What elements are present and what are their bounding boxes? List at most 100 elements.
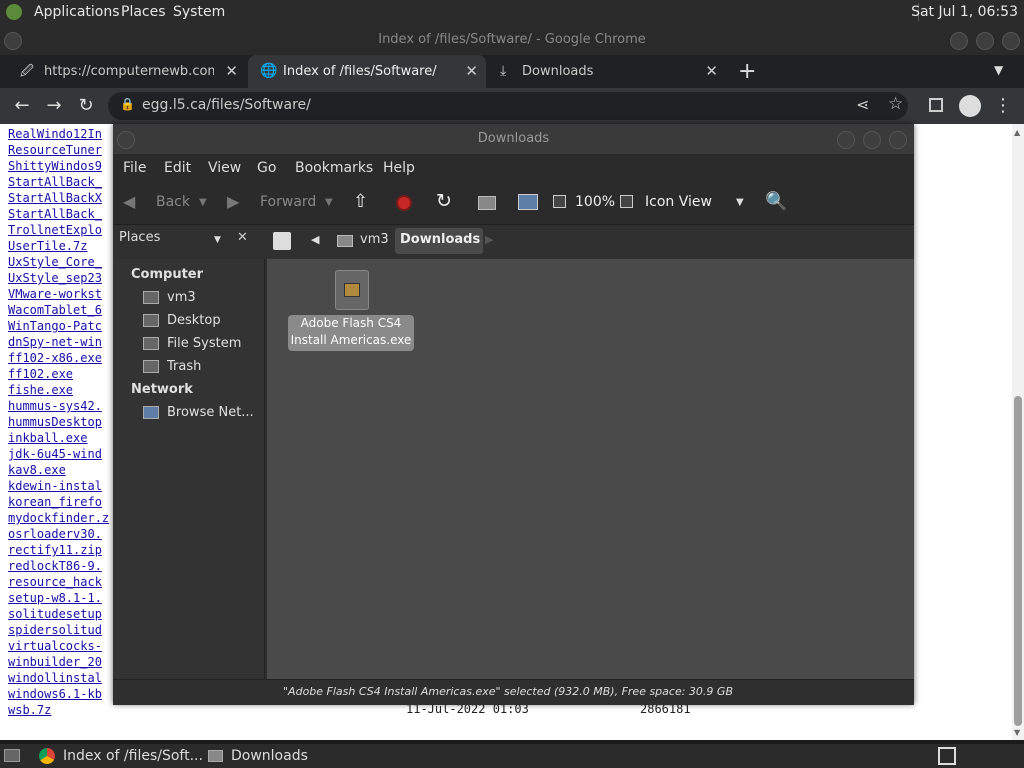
file-link[interactable]: ShittyWindos9 (8, 159, 102, 173)
edit-location-icon[interactable] (273, 232, 291, 250)
file-link[interactable]: UxStyle_Core_ (8, 255, 102, 269)
show-desktop-icon[interactable] (4, 749, 20, 762)
close-tab-icon[interactable]: ✕ (465, 55, 478, 88)
file-link[interactable]: setup-w8.1-1. (8, 591, 102, 605)
file-link[interactable]: windollinstal (8, 671, 102, 685)
share-icon[interactable]: ⋖ (856, 95, 869, 114)
taskbar-item-downloads[interactable]: Downloads (231, 748, 308, 764)
menu-edit[interactable]: Edit (164, 160, 191, 176)
back-history-chevron-icon[interactable]: ▼ (199, 197, 207, 208)
places-menu[interactable]: Places (121, 4, 166, 20)
file-link[interactable]: winbuilder_20 (8, 655, 102, 669)
scroll-thumb[interactable] (1014, 396, 1022, 726)
file-link[interactable]: kdewin-instal (8, 479, 102, 493)
file-link[interactable]: jdk-6u45-wind (8, 447, 102, 461)
view-mode-chevron-icon[interactable]: ▼ (736, 197, 744, 208)
file-link[interactable]: solitudesetup (8, 607, 102, 621)
workspace-switcher-icon[interactable] (938, 747, 956, 765)
file-link[interactable]: dnSpy-net-win (8, 335, 102, 349)
sidebar-item-file-system[interactable]: File System (143, 336, 241, 351)
sidebar-item-trash[interactable]: Trash (143, 359, 201, 374)
file-link[interactable]: TrollnetExplo (8, 223, 102, 237)
close-window-button[interactable] (1002, 32, 1020, 50)
path-left-arrow-icon[interactable]: ◀ (311, 233, 319, 246)
scroll-down-icon[interactable]: ▼ (1014, 728, 1020, 737)
file-link[interactable]: StartAllBack_ (8, 207, 102, 221)
maximize-button[interactable] (863, 131, 881, 149)
tab-downloads[interactable]: ⤓ Downloads ✕ (488, 55, 726, 88)
path-segment-vm3[interactable]: vm3 (360, 232, 389, 247)
reload-icon[interactable]: ↻ (436, 190, 452, 212)
back-arrow-icon[interactable]: ← (11, 95, 33, 116)
file-link[interactable]: windows6.1-kb (8, 687, 102, 701)
file-link[interactable]: StartAllBackX (8, 191, 102, 205)
close-tab-icon[interactable]: ✕ (705, 55, 718, 88)
search-icon[interactable]: 🔍 (765, 191, 787, 212)
back-button[interactable]: Back (156, 194, 190, 210)
view-mode-select[interactable]: Icon View (645, 194, 712, 210)
file-link[interactable]: WinTango-Patc (8, 319, 102, 333)
path-right-arrow-icon[interactable]: ▶ (485, 233, 493, 246)
sidebar-item-desktop[interactable]: Desktop (143, 313, 221, 328)
file-link[interactable]: UserTile.7z (8, 239, 87, 253)
reload-icon[interactable]: ↻ (75, 95, 97, 116)
sidebar-chooser-chevron-icon[interactable]: ▼ (214, 235, 221, 245)
file-link[interactable]: mydockfinder.z (8, 511, 109, 525)
distro-logo-icon[interactable] (6, 4, 22, 20)
tab-search-chevron-icon[interactable]: ▼ (994, 63, 1003, 77)
file-link[interactable]: WacomTablet_6 (8, 303, 102, 317)
minimize-button[interactable] (950, 32, 968, 50)
file-link[interactable]: hummus-sys42. (8, 399, 102, 413)
file-link[interactable]: fishe.exe (8, 383, 73, 397)
profile-avatar-icon[interactable] (959, 95, 981, 117)
file-link[interactable]: virtualcocks- (8, 639, 102, 653)
menu-help[interactable]: Help (383, 160, 415, 176)
window-menu-icon[interactable] (117, 131, 135, 149)
file-link[interactable]: spidersolitud (8, 623, 102, 637)
zoom-out-icon[interactable] (553, 195, 566, 208)
file-link[interactable]: ff102-x86.exe (8, 351, 102, 365)
new-tab-button[interactable]: + (738, 59, 756, 84)
file-link[interactable]: redlockT86-9. (8, 559, 102, 573)
tab-index-software[interactable]: 🌐 Index of /files/Software/ ✕ (248, 55, 486, 88)
forward-history-chevron-icon[interactable]: ▼ (325, 197, 333, 208)
window-menu-icon[interactable] (4, 32, 22, 50)
bookmark-star-icon[interactable]: ☆ (888, 94, 903, 114)
forward-arrow-icon[interactable]: → (43, 95, 65, 116)
exe-file-icon[interactable] (335, 270, 369, 310)
menu-bookmarks[interactable]: Bookmarks (295, 160, 373, 176)
tab-computernewb[interactable]: 🖉 https://computernewb.com/CH ✕ (8, 55, 246, 88)
close-tab-icon[interactable]: ✕ (225, 55, 238, 88)
file-link[interactable]: ResourceTuner (8, 143, 102, 157)
menu-file[interactable]: File (123, 160, 146, 176)
close-window-button[interactable] (889, 131, 907, 149)
scroll-up-icon[interactable]: ▲ (1014, 128, 1020, 137)
file-link[interactable]: hummusDesktop (8, 415, 102, 429)
up-arrow-icon[interactable]: ⇧ (353, 191, 368, 212)
home-folder-icon[interactable] (478, 196, 496, 210)
menu-view[interactable]: View (208, 160, 241, 176)
stop-icon[interactable] (396, 195, 412, 211)
file-link[interactable]: StartAllBack_ (8, 175, 102, 189)
address-bar[interactable]: 🔒 egg.l5.ca/files/Software/ ⋖ ☆ (108, 92, 908, 120)
computer-icon[interactable] (518, 194, 538, 210)
file-link[interactable]: UxStyle_sep23 (8, 271, 102, 285)
file-link[interactable]: kav8.exe (8, 463, 66, 477)
file-link[interactable]: rectify11.zip (8, 543, 102, 557)
zoom-in-icon[interactable] (620, 195, 633, 208)
maximize-button[interactable] (976, 32, 994, 50)
file-link[interactable]: resource_hack (8, 575, 102, 589)
close-sidebar-icon[interactable]: ✕ (237, 230, 248, 245)
back-arrow-icon[interactable]: ◀ (123, 192, 135, 211)
file-link[interactable]: wsb.7z (8, 703, 51, 717)
sidebar-item-browse-network[interactable]: Browse Net... (143, 405, 254, 420)
system-menu[interactable]: System (173, 4, 225, 20)
file-item-adobe-flash[interactable]: Adobe Flash CS4 Install Americas.exe (288, 315, 414, 351)
file-view[interactable]: Adobe Flash CS4 Install Americas.exe (267, 259, 914, 679)
file-link[interactable]: RealWindo12In (8, 127, 102, 141)
page-scrollbar[interactable]: ▲ ▼ (1012, 124, 1024, 740)
file-link[interactable]: VMware-workst (8, 287, 102, 301)
file-link[interactable]: inkball.exe (8, 431, 87, 445)
lock-icon[interactable]: 🔒 (120, 97, 135, 111)
kebab-menu-icon[interactable]: ⋮ (992, 95, 1014, 116)
